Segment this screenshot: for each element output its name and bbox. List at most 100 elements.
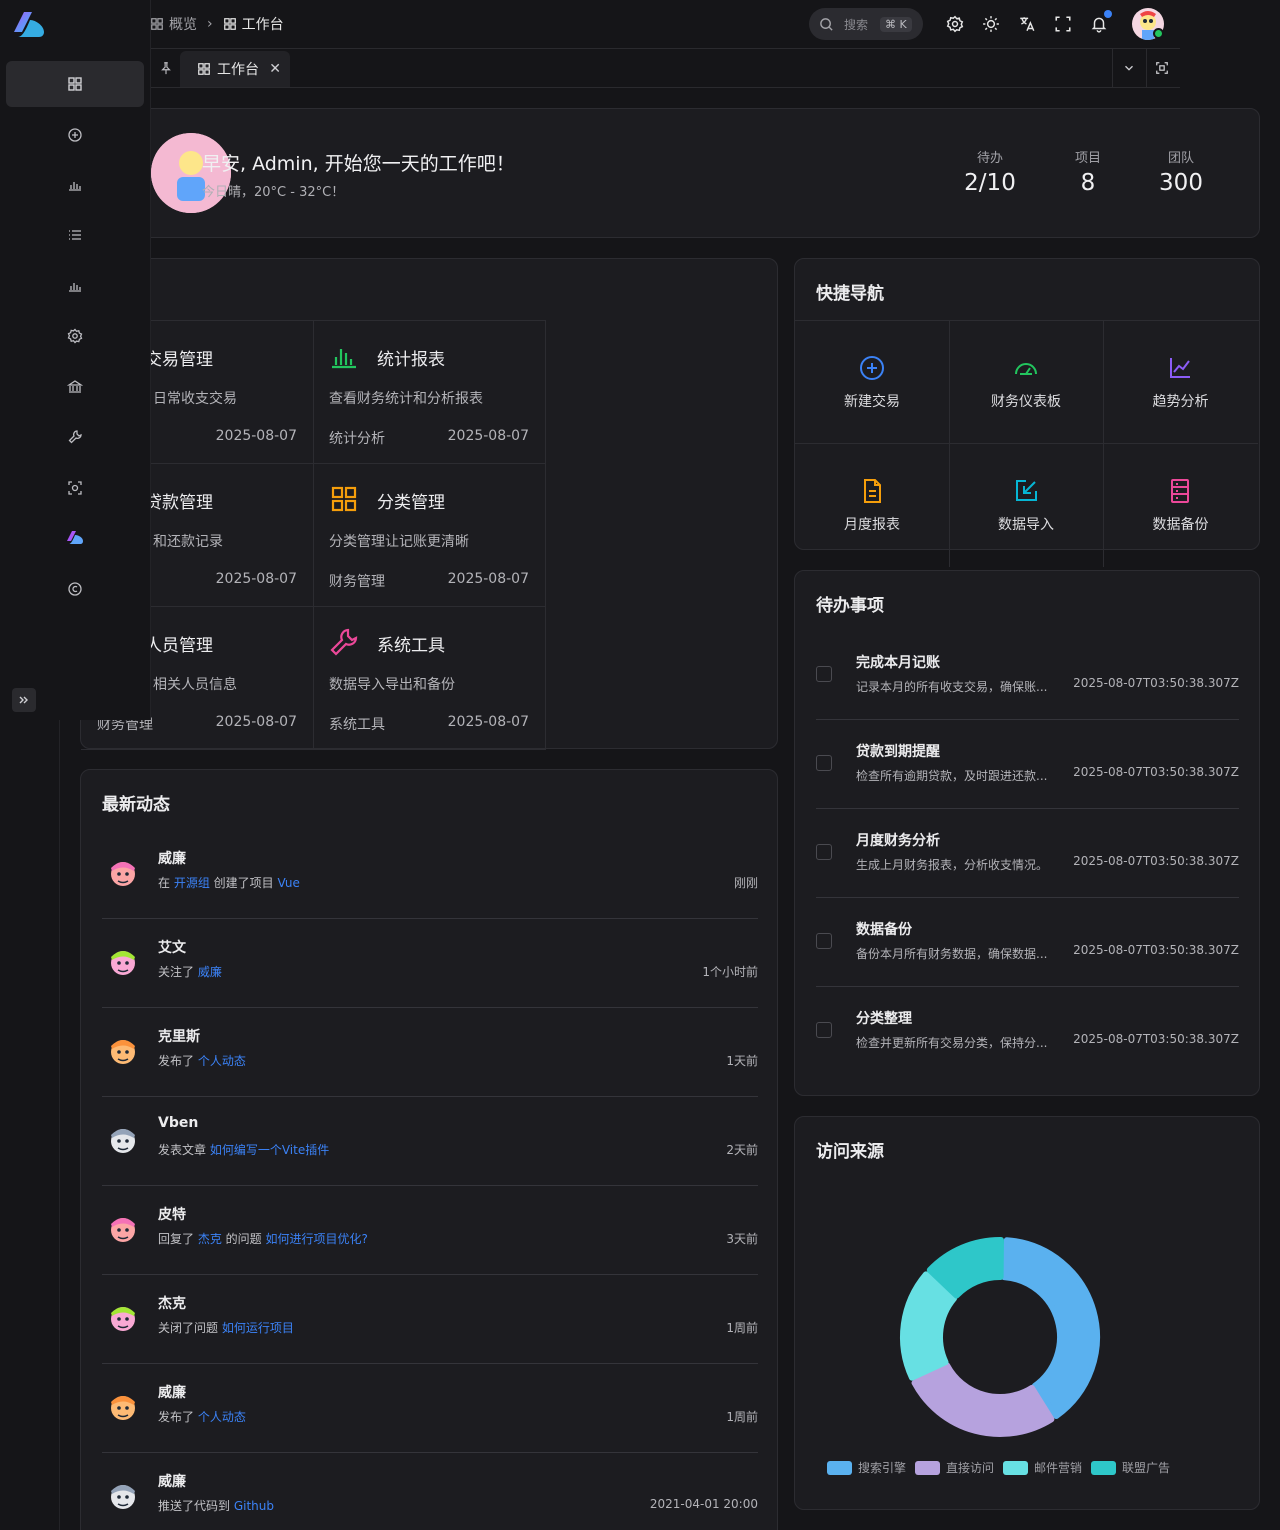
todo-checkbox[interactable] [816,666,832,682]
donut-slice[interactable] [1001,1237,1100,1420]
activity-item: 克里斯 发布了 个人动态 1天前 [102,1008,758,1097]
sidebar-item-transactions[interactable] [6,112,144,158]
sidebar-item-overview[interactable] [6,61,144,107]
project-item[interactable]: 分类管理 分类管理让记账更清晰 财务管理 2025-08-07 [313,464,546,607]
todo-checkbox[interactable] [816,1022,832,1038]
todo-checkbox[interactable] [816,933,832,949]
settings-gear-icon[interactable] [946,15,964,33]
activity-link[interactable]: Vue [277,876,299,890]
activity-link[interactable]: 威廉 [198,965,222,979]
activity-link[interactable]: Github [234,1499,274,1513]
sidebar-item-list[interactable] [6,212,144,258]
welcome-title: 早安, Admin, 开始您一天的工作吧！ [202,153,515,175]
legend-item[interactable]: 直接访问 [915,1459,994,1476]
document-icon [859,478,885,504]
maximize-content-icon[interactable] [1155,61,1169,75]
dashboard-icon [67,76,83,92]
activity-link[interactable]: 个人动态 [198,1054,246,1068]
activity-avatar [104,1121,142,1161]
sidebar-item-tools[interactable] [6,414,144,460]
activity-link[interactable]: 如何运行项目 [222,1321,294,1335]
project-date: 2025-08-07 [447,571,529,587]
activity-link[interactable]: 杰克 [198,1232,222,1246]
activity-user-name: 皮特 [158,1207,186,1223]
sidebar-item-statistics[interactable] [6,263,144,309]
project-item[interactable]: 系统工具 数据导入导出和备份 系统工具 2025-08-07 [313,607,546,750]
quick-nav-item[interactable]: 新建交易 [795,321,950,444]
quick-nav-item[interactable]: 趋势分析 [1103,321,1258,444]
wrench-icon [329,627,359,657]
legend-swatch [827,1460,852,1475]
activity-link[interactable]: 个人动态 [198,1410,246,1424]
grid-icon [329,484,359,514]
search-shortcut: ⌘ K [880,16,912,32]
notification-bell-icon[interactable] [1090,15,1108,33]
donut-slice[interactable] [911,1362,1055,1437]
search-button[interactable]: 搜索 ⌘ K [809,8,923,40]
project-item[interactable]: 统计报表 查看财务统计和分析报表 统计分析 2025-08-07 [313,321,546,464]
project-title: 分类管理 [377,493,445,513]
scan-icon [67,480,83,496]
search-icon [819,17,834,32]
activity-title: 最新动态 [102,795,170,815]
header: 概览 › 工作台 搜索 ⌘ K [150,0,1180,49]
todo-item-desc: 记录本月的所有收支交易，确保账... [856,680,1048,694]
wrench-icon [67,429,83,445]
quick-nav-title: 快捷导航 [816,284,884,304]
activity-text: 发布了 [158,1410,198,1424]
todo-item-date: 2025-08-07T03:50:38.307Z [1073,943,1239,957]
activity-user-name: 威廉 [158,1474,186,1490]
sidebar-item-reports[interactable] [6,162,144,208]
sidebar-item-about[interactable] [6,515,144,561]
fullscreen-icon[interactable] [1054,15,1072,33]
breadcrumb-workspace[interactable]: 工作台 [242,14,284,34]
visit-source-title: 访问来源 [816,1142,884,1162]
legend-item[interactable]: 搜索引擎 [827,1459,906,1476]
activity-user-name: 威廉 [158,851,186,867]
quick-nav-item[interactable]: 财务仪表板 [949,321,1104,444]
bar-chart-icon [67,278,83,294]
breadcrumb: 概览 › 工作台 [150,14,284,34]
logo-icon [66,530,84,546]
tab-divider [1112,49,1113,87]
translate-icon[interactable] [1018,15,1036,33]
legend-label: 搜索引擎 [858,1461,907,1475]
activity-link[interactable]: 开源组 [174,876,210,890]
todo-item: 分类整理 检查并更新所有交易分类，保持分... 2025-08-07T03:50… [816,987,1239,1076]
pin-icon[interactable] [159,61,173,75]
legend-item[interactable]: 联盟广告 [1091,1459,1170,1476]
activity-desc: 发布了 个人动态 [158,1052,246,1069]
close-icon[interactable]: ✕ [269,61,281,77]
todo-item: 数据备份 备份本月所有财务数据，确保数据... 2025-08-07T03:50… [816,898,1239,987]
activity-desc: 在 开源组 创建了项目 Vue [158,874,300,891]
sidebar-item-bank[interactable] [6,364,144,410]
sidebar-expand-button[interactable] [12,688,36,712]
chevron-down-icon[interactable] [1122,61,1136,75]
breadcrumb-overview[interactable]: 概览 [169,14,197,34]
project-group: 财务管理 [329,574,385,590]
sidebar-item-copyright[interactable] [6,566,144,612]
activity-desc: 发布了 个人动态 [158,1408,246,1425]
quick-nav-item[interactable]: 数据备份 [1103,444,1258,567]
activity-desc: 发表文章 如何编写一个Vite插件 [158,1141,329,1158]
workspace-icon [197,62,211,76]
sidebar-item-scan[interactable] [6,465,144,511]
todo-item-title: 分类整理 [856,1011,912,1027]
project-title: 交易管理 [145,350,213,370]
tab-workspace[interactable]: 工作台 ✕ [180,51,290,87]
list-icon [67,227,83,243]
todo-item-date: 2025-08-07T03:50:38.307Z [1073,1032,1239,1046]
todo-checkbox[interactable] [816,844,832,860]
quick-nav-item[interactable]: 月度报表 [795,444,950,567]
todo-checkbox[interactable] [816,755,832,771]
activity-link[interactable]: 如何编写一个Vite插件 [210,1143,329,1157]
legend-item[interactable]: 邮件营销 [1003,1459,1082,1476]
quick-nav-item[interactable]: 数据导入 [949,444,1104,567]
todo-item-desc: 生成上月财务报表，分析收支情况。 [856,858,1049,872]
app-logo[interactable] [12,10,46,40]
sidebar-item-settings[interactable] [6,313,144,359]
activity-desc: 推送了代码到 Github [158,1497,274,1514]
copyright-icon [67,581,83,597]
theme-sun-icon[interactable] [982,15,1000,33]
activity-link[interactable]: 如何进行项目优化? [265,1232,367,1246]
